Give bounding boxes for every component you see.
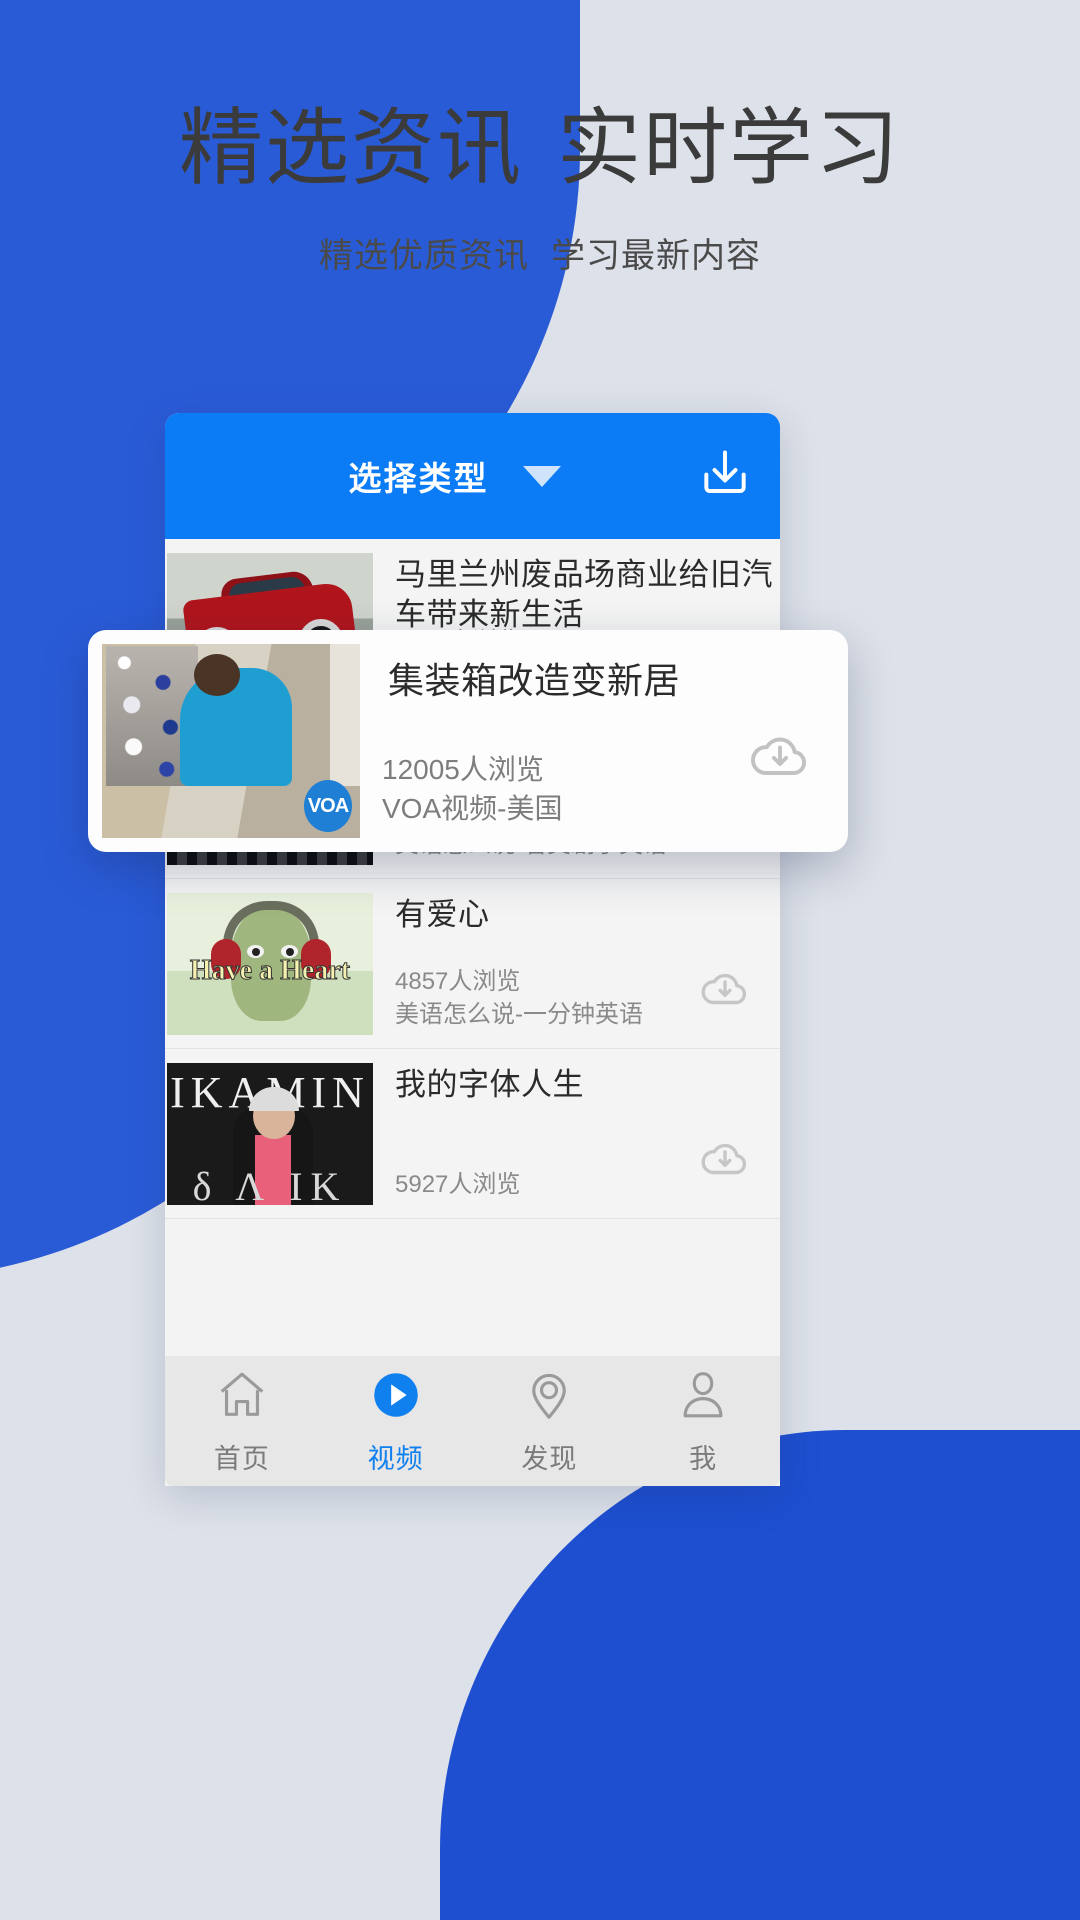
type-selector-label: 选择类型 — [348, 460, 489, 497]
video-thumbnail[interactable]: IKAMIN δ Λ ΙΚ — [167, 1063, 373, 1205]
app-screen-card: 选择类型 VOA 马里兰州废品场商业给旧汽车带来新生活 2 — [165, 413, 780, 1486]
page-subtitle-left: 精选优质资讯 — [319, 237, 529, 276]
cloud-download-icon[interactable] — [696, 1129, 754, 1192]
tab-home-label: 首页 — [213, 1444, 270, 1474]
thumbnail-art-ted: IKAMIN δ Λ ΙΚ — [167, 1063, 373, 1205]
highlighted-card-source: VOA视频-美国 — [382, 792, 563, 824]
list-item-title: 我的字体人生 — [395, 1067, 584, 1102]
page-title-left: 精选资讯 — [178, 101, 523, 195]
page-subtitle: 精选优质资讯 学习最新内容 — [0, 228, 1080, 277]
cloud-download-icon[interactable] — [696, 959, 754, 1022]
list-item-source: 美语怎么说-一分钟英语 — [395, 1001, 643, 1029]
tab-video[interactable]: 视频 — [319, 1356, 473, 1486]
list-item[interactable]: Have a Heart 有爱心 4857人浏览 美语怎么说-一分钟英语 — [165, 879, 780, 1049]
tab-profile-label: 我 — [689, 1444, 718, 1474]
highlighted-card-views: 12005人浏览 — [382, 753, 544, 785]
location-icon — [520, 1366, 578, 1429]
cloud-download-icon[interactable] — [744, 719, 816, 796]
page-title: 精选资讯 实时学习 — [0, 104, 1080, 192]
tab-home[interactable]: 首页 — [165, 1356, 319, 1486]
play-icon — [367, 1366, 425, 1429]
page-subtitle-right: 学习最新内容 — [551, 237, 761, 276]
tab-profile[interactable]: 我 — [626, 1356, 780, 1486]
list-item-title: 有爱心 — [395, 897, 490, 932]
thumbnail-caption-line1: Have a Heart — [189, 955, 351, 987]
tab-discover-label: 发现 — [521, 1444, 578, 1474]
list-item[interactable]: IKAMIN δ Λ ΙΚ 我的字体人生 5927人浏览 — [165, 1049, 780, 1219]
video-thumbnail[interactable]: Have a Heart — [167, 893, 373, 1035]
hero-section: 精选资讯 实时学习 精选优质资讯 学习最新内容 — [0, 0, 1080, 277]
type-selector[interactable]: 选择类型 — [349, 452, 561, 500]
thumbnail-art-heart: Have a Heart — [167, 893, 373, 1035]
person-icon — [674, 1366, 732, 1429]
list-item-views: 5927人浏览 — [395, 1171, 521, 1199]
list-item-views: 4857人浏览 — [395, 967, 521, 995]
voa-badge: VOA — [304, 780, 352, 832]
tab-video-label: 视频 — [367, 1444, 424, 1474]
bottom-navigation: 首页 视频 发现 我 — [165, 1356, 780, 1486]
home-icon — [213, 1366, 271, 1429]
chevron-down-icon — [522, 465, 561, 487]
tab-discover[interactable]: 发现 — [473, 1356, 627, 1486]
highlighted-video-card[interactable]: VOA 集装箱改造变新居 12005人浏览 VOA视频-美国 — [88, 630, 848, 852]
app-bar: 选择类型 — [165, 413, 780, 539]
thumbnail-caption-line2: δ Λ ΙΚ — [192, 1164, 348, 1205]
download-icon[interactable] — [697, 446, 753, 507]
page-title-right: 实时学习 — [557, 101, 902, 195]
background-shape-bottom-fill — [660, 1500, 1080, 1920]
highlighted-card-title: 集装箱改造变新居 — [388, 660, 681, 701]
video-thumbnail[interactable]: VOA — [102, 644, 360, 838]
